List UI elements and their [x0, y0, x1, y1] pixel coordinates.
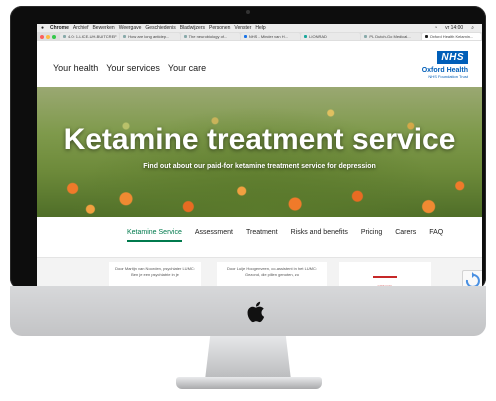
hero-title: Ketamine treatment service — [63, 123, 456, 156]
subnav-treatment[interactable]: Treatment — [246, 229, 278, 242]
menubar-clock[interactable]: vr 14:00 — [445, 25, 463, 31]
nhs-logo: NHS — [437, 51, 468, 64]
menubar-item-weergave[interactable]: Weergave — [119, 25, 142, 31]
subnav-pricing[interactable]: Pricing — [361, 229, 382, 242]
tab-favicon-icon — [123, 35, 127, 38]
service-subnav: Ketamine Service Assessment Treatment Ri… — [37, 217, 482, 258]
trust-name: NHS Foundation Trust — [428, 74, 468, 79]
menubar-status-area: ◔ vr 14:00 ⌕ — [434, 25, 482, 31]
tab-favicon-icon — [304, 35, 308, 38]
tab-favicon-icon — [183, 35, 187, 38]
close-window-button[interactable] — [40, 34, 44, 39]
browser-tab[interactable]: PL Dutch-Go Medical... — [361, 33, 421, 40]
webcam — [246, 10, 250, 14]
tab-label: NHS - Minder van H... — [248, 34, 288, 39]
menubar-item-venster[interactable]: Venster — [234, 25, 251, 31]
subnav-carers[interactable]: Carers — [395, 229, 416, 242]
browser-tab[interactable]: The neurobiology of... — [180, 33, 240, 40]
macos-menubar: ● Chrome Archief Bewerken Weergave Gesch… — [37, 24, 482, 32]
tab-favicon-icon — [243, 35, 247, 38]
menubar-item-bewerken[interactable]: Bewerken — [92, 25, 114, 31]
org-name: Oxford Health — [421, 67, 468, 74]
menubar-item-personen[interactable]: Personen — [209, 25, 230, 31]
browser-tab[interactable]: NHS - Minder van H... — [240, 33, 301, 40]
menubar-item-help[interactable]: Help — [255, 25, 265, 31]
card-text: Door Luije Hoogenveen, co-assistent in h… — [226, 266, 318, 277]
spotlight-search-icon[interactable]: ⌕ — [471, 25, 474, 31]
hero-subtitle: Find out about our paid-for ketamine tre… — [143, 163, 376, 170]
minimize-window-button[interactable] — [46, 34, 50, 39]
subnav-faq[interactable]: FAQ — [429, 229, 443, 242]
window-controls — [37, 34, 60, 39]
imac-monitor: ● Chrome Archief Bewerken Weergave Gesch… — [10, 6, 486, 292]
nav-your-care[interactable]: Your care — [168, 63, 206, 73]
zoom-window-button[interactable] — [52, 34, 56, 39]
menubar-item-archief[interactable]: Archief — [73, 25, 89, 31]
menubar-item-geschiedenis[interactable]: Geschiedenis — [145, 25, 175, 31]
imac-chin — [10, 286, 486, 336]
site-header: Your health Your services Your care NHS … — [37, 41, 482, 87]
apple-logo-icon — [247, 301, 265, 323]
tab-label: The neurobiology of... — [188, 34, 228, 39]
main-nav: Your health Your services Your care — [53, 63, 206, 73]
tab-label: PL Dutch-Go Medical... — [369, 34, 411, 39]
imac-stand-neck — [205, 336, 291, 380]
browser-tab-active[interactable]: Oxford Health Kelamin... — [421, 33, 481, 40]
tab-favicon-icon — [364, 35, 368, 38]
tab-label: Oxford Health Kelamin... — [429, 34, 474, 39]
subnav-items: Ketamine Service Assessment Treatment Ri… — [127, 229, 443, 242]
browser-tab-bar: 4.0: 1-LICE-UH-BUITCREF How are long ant… — [37, 32, 482, 41]
nav-your-services[interactable]: Your services — [106, 63, 160, 73]
tab-favicon-icon — [63, 35, 66, 38]
apple-menu-icon[interactable]: ● — [41, 25, 47, 31]
subnav-risks-and-benefits[interactable]: Risks and benefits — [291, 229, 348, 242]
imac-stand-foot — [176, 377, 322, 389]
card-accent-line — [373, 276, 397, 278]
card-text: Door Martijn van Noorden, psychiater LUM… — [115, 266, 195, 277]
nav-your-health[interactable]: Your health — [53, 63, 98, 73]
menubar-app-name[interactable]: Chrome — [50, 25, 69, 31]
tab-favicon-icon — [424, 35, 428, 38]
hero-banner: Ketamine treatment service Find out abou… — [37, 87, 482, 217]
wifi-icon[interactable]: ◔ — [434, 25, 437, 31]
browser-tab[interactable]: 4.0: 1-LICE-UH-BUITCREF — [60, 33, 120, 40]
subnav-ketamine-service[interactable]: Ketamine Service — [127, 229, 182, 242]
browser-tab[interactable]: How are long antidep... — [120, 33, 180, 40]
browser-tab[interactable]: LIONRAD — [301, 33, 361, 40]
tab-label: How are long antidep... — [128, 34, 170, 39]
tab-label: 4.0: 1-LICE-UH-BUITCREF — [68, 34, 117, 39]
menubar-item-bladwijzers[interactable]: Bladwijzers — [180, 25, 205, 31]
screen: ● Chrome Archief Bewerken Weergave Gesch… — [37, 24, 482, 292]
subnav-assessment[interactable]: Assessment — [195, 229, 233, 242]
nhs-logo-link[interactable]: NHS Oxford Health NHS Foundation Trust — [422, 47, 468, 79]
tab-label: LIONRAD — [309, 34, 327, 39]
